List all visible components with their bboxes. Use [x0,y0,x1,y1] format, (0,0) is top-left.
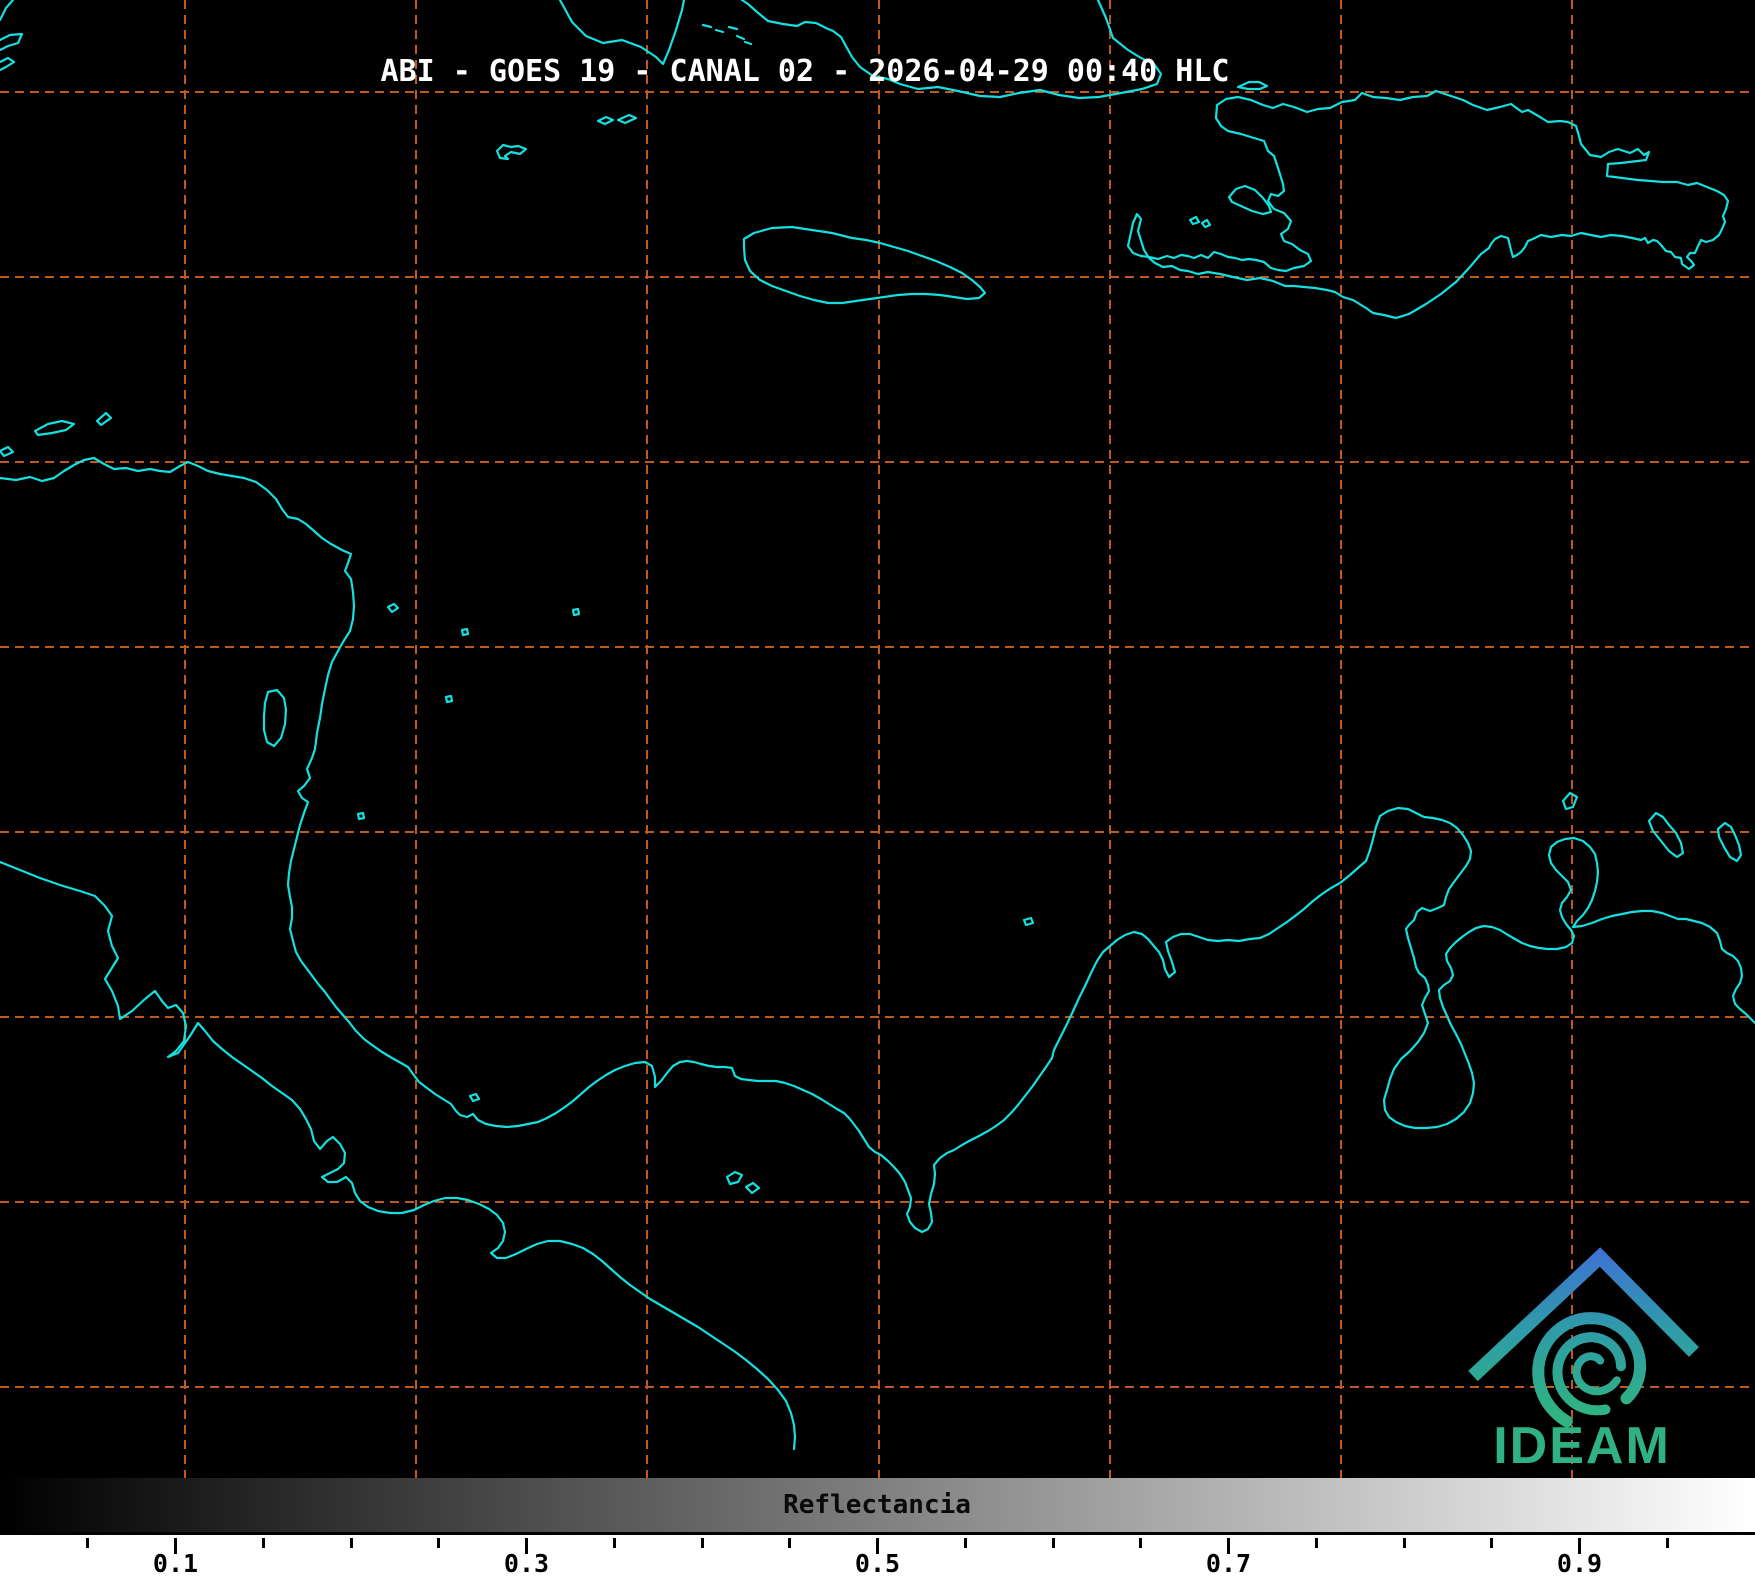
minor-tick [349,1538,353,1548]
coastline-gonave [1227,184,1273,216]
coastline-mainland-pacific [0,860,797,1451]
coastline-haiti-cay-1 [1188,215,1201,226]
tick-label: 0.9 [1556,1549,1603,1577]
coastline-pearl-island-a [725,1170,744,1186]
ideam-logo-text: IDEAM [1493,1417,1671,1475]
coastline-topleft-claw-b [0,56,16,72]
map-title: ABI - GOES 19 - CANAL 02 - 2026-04-29 00… [381,54,1230,89]
spiral-stroke [1552,1332,1626,1416]
coastline-curacao [1647,811,1685,859]
coastline-corn-islands [386,602,400,614]
coastline-topleft-claw-a [0,32,24,52]
coastline-cay-3 [727,25,739,31]
coastline-haiti-cay-2 [1200,218,1212,229]
graticule-gridlines [0,0,1755,1478]
minor-tick [1490,1538,1494,1548]
coastline-tortuga [1236,80,1269,91]
coastline-pearl-island-b [744,1181,761,1195]
coastline-topleft-arc [0,0,15,22]
coastline-speck-b [444,694,454,704]
coastline-bonaire [1716,821,1743,863]
minor-tick [963,1538,967,1548]
minor-tick [1139,1538,1143,1548]
coastline-mainland-caribbean [0,456,1755,1234]
coastline-roatan [33,419,76,437]
coastline-bocas-island [468,1092,481,1103]
coastline-cay-1 [701,23,713,29]
reflectance-colorbar: Reflectancia [0,1478,1755,1535]
coastline-cay-d [1022,916,1035,927]
ideam-logo: IDEAM [1468,1247,1699,1475]
coastline-aruba [1561,791,1579,811]
coastline-cay-5 [743,40,753,46]
tick-label: 0.1 [152,1549,199,1577]
tick-label: 0.5 [854,1549,901,1577]
coastline-speck-a [460,627,470,637]
minor-tick [1051,1538,1055,1548]
coastline-little-cayman [596,115,615,126]
satellite-map: ABI - GOES 19 - CANAL 02 - 2026-04-29 00… [0,0,1755,1478]
coastlines [0,0,1755,1451]
tick-label: 0.7 [1205,1549,1252,1577]
minor-tick [700,1538,704,1548]
colorbar-axis: 0.1 0.3 0.5 0.7 0.9 [0,1535,1755,1577]
coastline-cay-2 [714,28,725,34]
hurricane-spiral-icon [1532,1312,1647,1428]
minor-tick [1314,1538,1318,1548]
minor-tick [261,1538,265,1548]
colorbar-label: Reflectancia [783,1490,971,1520]
coastline-lake-nicaragua [262,688,288,748]
coastline-jamaica [742,225,987,305]
minor-tick [437,1538,441,1548]
minor-tick [1665,1538,1669,1548]
coastline-utila [0,445,15,458]
coastline-cay-4 [735,34,746,41]
coastline-cayman-brac [616,113,638,125]
minor-tick [788,1538,792,1548]
coastline-hispaniola [1126,89,1730,320]
coastline-grand-cayman [495,143,528,161]
coastline-speck-c [356,811,366,821]
coastline-san-andres [571,607,581,617]
satellite-image-viewer: ABI - GOES 19 - CANAL 02 - 2026-04-29 00… [0,0,1755,1577]
map-canvas: ABI - GOES 19 - CANAL 02 - 2026-04-29 00… [0,0,1755,1478]
spiral-stroke [1572,1352,1621,1396]
minor-tick [86,1538,90,1548]
coastline-guanaja [95,411,113,427]
tick-label: 0.3 [503,1549,550,1577]
minor-tick [1402,1538,1406,1548]
minor-tick [612,1538,616,1548]
